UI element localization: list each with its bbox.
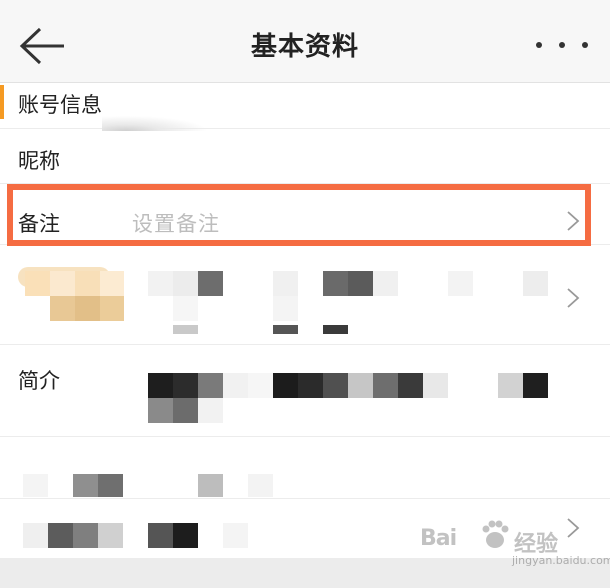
pixel-block xyxy=(248,474,273,497)
pixel-block xyxy=(198,271,223,296)
section-accent-bar xyxy=(0,85,4,119)
pixel-block xyxy=(98,523,123,548)
more-dot xyxy=(582,42,588,48)
watermark-brand: Bai xyxy=(420,526,457,551)
pixel-block xyxy=(23,523,48,548)
pixel-block xyxy=(523,271,548,296)
pixel-block xyxy=(75,271,100,296)
pixel-block xyxy=(273,325,298,334)
nickname-label: 昵称 xyxy=(18,149,60,173)
pixel-block xyxy=(273,271,298,296)
intro-label: 简介 xyxy=(18,369,60,393)
pixel-block xyxy=(173,398,198,423)
profile-content: 账号信息 昵称 备注 设置备注 简介 xyxy=(0,83,610,558)
pixel-block xyxy=(523,373,548,398)
pixel-block xyxy=(100,271,124,296)
pixel-block xyxy=(223,373,248,398)
pixel-block xyxy=(100,296,124,321)
pixel-block xyxy=(173,296,198,321)
pixel-block xyxy=(248,373,273,398)
pixel-block xyxy=(73,523,98,548)
pixel-block xyxy=(198,398,223,423)
pixel-block xyxy=(23,474,48,497)
navigation-bar: 基本资料 xyxy=(0,0,610,83)
pixel-block xyxy=(323,373,348,398)
pixel-block xyxy=(50,271,75,296)
pixel-block xyxy=(323,271,348,296)
page-title: 基本资料 xyxy=(250,32,359,62)
pixel-block xyxy=(498,373,523,398)
pixel-block xyxy=(273,296,298,321)
pixel-block xyxy=(75,296,100,321)
pixel-block xyxy=(148,523,173,548)
remark-placeholder: 设置备注 xyxy=(132,212,220,236)
pixel-block xyxy=(198,373,223,398)
more-dot xyxy=(559,42,565,48)
chevron-right-icon xyxy=(567,288,580,308)
nickname-row[interactable]: 昵称 xyxy=(0,129,610,184)
more-button[interactable] xyxy=(536,30,588,60)
pixel-block xyxy=(273,373,298,398)
chevron-right-icon xyxy=(567,211,580,231)
pixel-block xyxy=(98,474,123,497)
pixel-block xyxy=(25,271,50,296)
pixel-block xyxy=(348,373,373,398)
watermark: Bai 经验 jingyan.baidu.com xyxy=(420,518,610,567)
pixel-block xyxy=(198,474,223,497)
pixel-block xyxy=(448,271,473,296)
remark-row[interactable]: 备注 设置备注 xyxy=(0,184,610,245)
paw-icon xyxy=(482,520,509,548)
section-title: 账号信息 xyxy=(18,93,102,117)
redacted-row[interactable] xyxy=(0,437,610,499)
pixel-block xyxy=(173,271,198,296)
pixel-block xyxy=(373,271,398,296)
pixel-block xyxy=(298,373,323,398)
intro-row[interactable]: 简介 xyxy=(0,345,610,437)
redacted-row[interactable] xyxy=(0,245,610,345)
more-dots-icon xyxy=(536,42,542,48)
pixel-block xyxy=(148,398,173,423)
remark-label: 备注 xyxy=(18,212,60,236)
pixel-block xyxy=(173,523,198,548)
pixel-block xyxy=(348,271,373,296)
pixel-block xyxy=(148,373,173,398)
watermark-url: jingyan.baidu.com xyxy=(512,554,610,567)
pixel-block xyxy=(173,325,198,334)
pixel-block xyxy=(423,373,448,398)
pixel-block xyxy=(323,325,348,334)
pixel-block xyxy=(48,523,73,548)
pixel-block xyxy=(50,296,75,321)
pixel-block xyxy=(398,373,423,398)
section-header-account-info: 账号信息 xyxy=(0,83,610,131)
pixel-block xyxy=(73,474,98,497)
pixel-block xyxy=(148,271,173,296)
pixel-block xyxy=(223,523,248,548)
pixel-block xyxy=(173,373,198,398)
pixel-block xyxy=(373,373,398,398)
